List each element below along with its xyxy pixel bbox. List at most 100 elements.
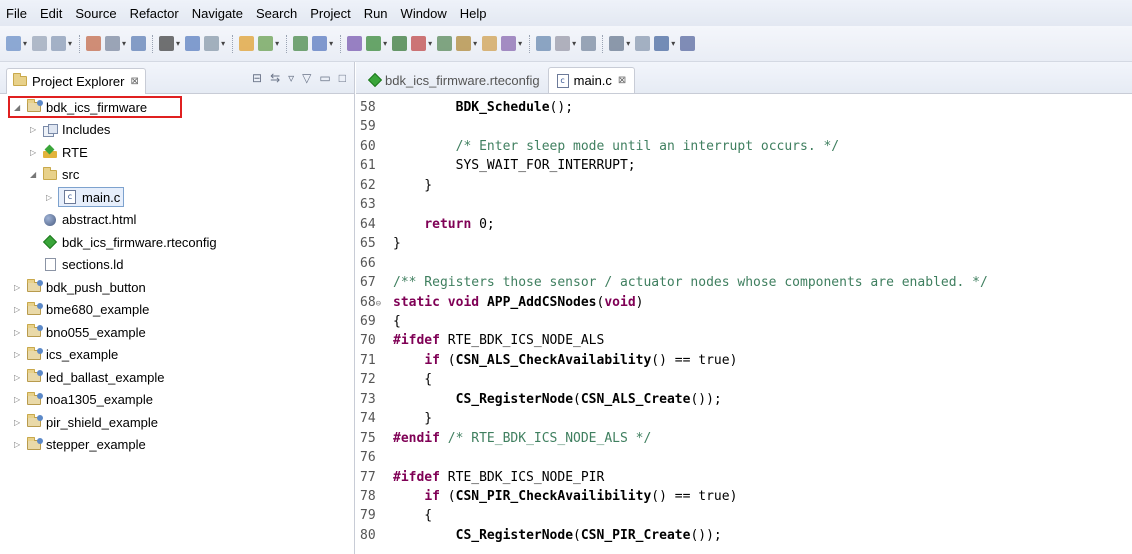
collapse-all-icon[interactable]: ⊟: [252, 71, 262, 85]
menu-window[interactable]: Window: [401, 6, 447, 21]
toolbar-button-icon[interactable]: [366, 36, 382, 51]
menu-search[interactable]: Search: [256, 6, 297, 21]
collapsed-twisty-icon[interactable]: ▷: [14, 305, 26, 314]
tab-bdk-ics-firmware-rteconfig[interactable]: bdk_ics_firmware.rteconfig: [362, 67, 548, 93]
tree-item-stepper-example[interactable]: ▷ stepper_example: [14, 434, 146, 456]
toolbar-button-icon[interactable]: [185, 36, 201, 51]
collapsed-twisty-icon[interactable]: ▷: [14, 440, 26, 449]
collapsed-twisty-icon[interactable]: ▷: [30, 148, 42, 157]
close-icon[interactable]: ⊠: [130, 76, 138, 87]
toolbar-button-icon[interactable]: [581, 36, 597, 51]
dropdown-arrow-icon[interactable]: ▾: [572, 39, 576, 48]
code-text: {: [393, 506, 432, 525]
dropdown-arrow-icon[interactable]: ▾: [221, 39, 225, 48]
tree-item-rte[interactable]: ▷ RTE: [30, 141, 88, 163]
toolbar-button-icon[interactable]: [258, 36, 274, 51]
line-number: 71: [360, 352, 376, 368]
toolbar-button-icon[interactable]: [392, 36, 408, 51]
toolbar-button-icon[interactable]: [555, 36, 571, 51]
collapsed-twisty-icon[interactable]: ▷: [46, 193, 58, 202]
collapsed-twisty-icon[interactable]: ▷: [14, 418, 26, 427]
toolbar-button-icon[interactable]: [293, 36, 309, 51]
code-token: CS_RegisterNode: [455, 527, 574, 543]
collapsed-twisty-icon[interactable]: ▷: [14, 283, 26, 292]
tree-item-sections-ld[interactable]: sections.ld: [30, 254, 123, 276]
tree-item-led-ballast-example[interactable]: ▷ led_ballast_example: [14, 366, 165, 388]
dropdown-arrow-icon[interactable]: ▾: [428, 39, 432, 48]
toolbar-button-icon[interactable]: [204, 36, 220, 51]
dropdown-arrow-icon[interactable]: ▾: [626, 39, 630, 48]
dropdown-arrow-icon[interactable]: ▾: [383, 39, 387, 48]
maximize-icon[interactable]: □: [339, 71, 346, 85]
toolbar-button-icon[interactable]: [32, 36, 48, 51]
tree-item-label: bdk_push_button: [46, 279, 146, 295]
expanded-twisty-icon[interactable]: ◢: [30, 170, 42, 179]
filter-icon[interactable]: ▿: [288, 71, 294, 85]
dropdown-arrow-icon[interactable]: ▾: [122, 39, 126, 48]
dropdown-arrow-icon[interactable]: ▾: [329, 39, 333, 48]
dropdown-arrow-icon[interactable]: ▾: [518, 39, 522, 48]
collapsed-twisty-icon[interactable]: ▷: [14, 373, 26, 382]
toolbar-button-icon[interactable]: [411, 36, 427, 51]
link-with-editor-icon[interactable]: ⇆: [270, 71, 280, 85]
collapsed-twisty-icon[interactable]: ▷: [14, 328, 26, 337]
tree-item-bme680-example[interactable]: ▷ bme680_example: [14, 299, 149, 321]
toolbar-button-icon[interactable]: [131, 36, 147, 51]
toolbar-button-icon[interactable]: [312, 36, 328, 51]
menu-edit[interactable]: Edit: [40, 6, 62, 21]
code-token: CS_RegisterNode: [455, 391, 574, 407]
menu-help[interactable]: Help: [460, 6, 487, 21]
tree-item-includes[interactable]: ▷ Includes: [30, 119, 110, 141]
toolbar-button-icon[interactable]: [654, 36, 670, 51]
toolbar-button-icon[interactable]: [105, 36, 121, 51]
tree-item-main-c[interactable]: ▷ c main.c: [46, 186, 125, 208]
tree-item-src[interactable]: ◢ src: [30, 164, 79, 186]
dropdown-arrow-icon[interactable]: ▾: [275, 39, 279, 48]
view-menu-icon[interactable]: ▽: [302, 71, 311, 85]
menu-source[interactable]: Source: [75, 6, 116, 21]
tree-item-abstract-html[interactable]: abstract.html: [30, 209, 136, 231]
toolbar-button-icon[interactable]: [501, 36, 517, 51]
toolbar-button-icon[interactable]: [51, 36, 67, 51]
close-icon[interactable]: ⊠: [618, 75, 626, 86]
collapsed-twisty-icon[interactable]: ▷: [14, 395, 26, 404]
toolbar-button-icon[interactable]: [635, 36, 651, 51]
line-number: 70: [360, 333, 376, 349]
toolbar-button-icon[interactable]: [536, 36, 552, 51]
toolbar-button-icon[interactable]: [609, 36, 625, 51]
toolbar-button-icon[interactable]: [482, 36, 498, 51]
minimize-icon[interactable]: ▭: [319, 71, 330, 85]
tree-item-ics-example[interactable]: ▷ ics_example: [14, 344, 118, 366]
tree-item-bdk-push-button[interactable]: ▷ bdk_push_button: [14, 276, 146, 298]
dropdown-arrow-icon[interactable]: ▾: [23, 39, 27, 48]
tree-item-noa1305-example[interactable]: ▷ noa1305_example: [14, 389, 153, 411]
collapsed-twisty-icon[interactable]: ▷: [30, 125, 42, 134]
tab-project-explorer[interactable]: Project Explorer ⊠: [6, 67, 146, 94]
toolbar-button-icon[interactable]: [6, 36, 21, 51]
diamond-icon: [42, 234, 58, 250]
tree-item-bno055-example[interactable]: ▷ bno055_example: [14, 321, 146, 343]
fold-toggle-icon[interactable]: ⊖: [376, 299, 381, 309]
toolbar-button-icon[interactable]: [159, 36, 175, 51]
code-token: APP_AddCSNodes: [486, 294, 597, 310]
collapsed-twisty-icon[interactable]: ▷: [14, 350, 26, 359]
tab-main-c[interactable]: c main.c ⊠: [547, 67, 636, 93]
menu-navigate[interactable]: Navigate: [192, 6, 243, 21]
menu-project[interactable]: Project: [310, 6, 350, 21]
toolbar-button-icon[interactable]: [347, 36, 363, 51]
toolbar-button-icon[interactable]: [86, 36, 102, 51]
dropdown-arrow-icon[interactable]: ▾: [671, 39, 675, 48]
tree-item-pir-shield-example[interactable]: ▷ pir_shield_example: [14, 411, 158, 433]
menu-run[interactable]: Run: [364, 6, 388, 21]
dropdown-arrow-icon[interactable]: ▾: [68, 39, 72, 48]
toolbar-button-icon[interactable]: [239, 36, 255, 51]
dropdown-arrow-icon[interactable]: ▾: [473, 39, 477, 48]
toolbar-button-icon[interactable]: [437, 36, 453, 51]
menu-refactor[interactable]: Refactor: [130, 6, 179, 21]
toolbar-button-icon[interactable]: [456, 36, 472, 51]
dropdown-arrow-icon[interactable]: ▾: [176, 39, 180, 48]
menu-file[interactable]: File: [6, 6, 27, 21]
tree-item-bdk-ics-firmware-rteconfig[interactable]: bdk_ics_firmware.rteconfig: [30, 231, 217, 253]
toolbar-button-icon[interactable]: [680, 36, 696, 51]
